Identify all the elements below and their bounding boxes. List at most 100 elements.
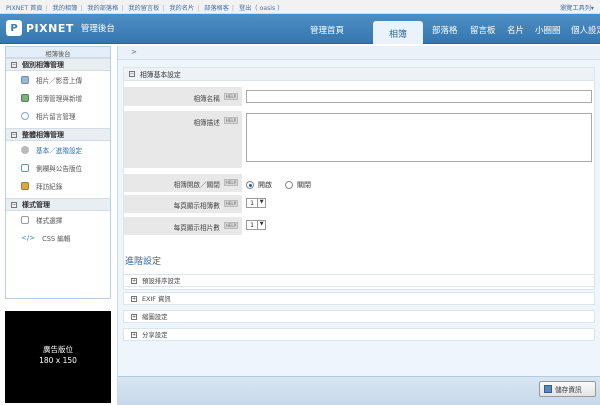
advanced-item-label: 分享設定	[142, 331, 168, 339]
advanced-item-thumbnail[interactable]: + 縮圖設定	[123, 310, 595, 323]
album-desc-label: 相簿描述	[193, 119, 220, 127]
help-button[interactable]: HELP	[223, 222, 238, 229]
save-button[interactable]: 儲存資訊	[539, 381, 596, 397]
radio-close[interactable]: 關閉	[285, 178, 311, 192]
section-label: 樣式管理	[22, 200, 50, 209]
advanced-item-label: 預設排序設定	[142, 277, 181, 285]
advanced-item-label: EXIF 資訊	[142, 295, 171, 303]
album-desc-textarea[interactable]	[246, 113, 592, 162]
nav-circle[interactable]: 小圈圈	[535, 24, 561, 36]
select-value: 1	[250, 221, 255, 229]
top-link-separator: |	[197, 5, 200, 12]
gear-icon	[21, 146, 29, 154]
comment-bubble-icon	[21, 112, 29, 120]
help-button[interactable]: HELP	[223, 179, 238, 186]
top-links: PIXNET 首頁 | 我的相簿 | 我的部落格 | 我的留言板 | 我的名片 | 部落格…	[6, 3, 283, 12]
top-link-card[interactable]: 我的名片	[169, 5, 194, 12]
help-button[interactable]: HELP	[223, 117, 238, 124]
nav-settings[interactable]: 個人設定	[571, 24, 600, 36]
pixnet-logo-icon: P	[6, 20, 22, 36]
basic-settings-panel: − 相簿基本設定 相簿名稱 HELP 相簿描述 HELP 相簿開啟／關閉 HEL…	[123, 67, 595, 290]
advanced-settings-list: + 預設排序設定 + EXIF 資訊 + 縮圖設定 + 分享設定	[123, 274, 595, 354]
photos-per-page-label-cell: 每頁顯示相片數 HELP	[124, 217, 242, 235]
albums-per-page-label-cell: 每頁顯示相簿數 HELP	[124, 195, 242, 213]
sidebar-item-label: 樣式選擇	[36, 217, 63, 225]
expand-icon: +	[131, 313, 137, 320]
photos-per-page-select[interactable]: 1 ▼	[246, 220, 267, 230]
top-link-blog[interactable]: 我的部落格	[87, 5, 118, 12]
album-open-row: 相簿開啟／關閉 HELP 開啟 關閉	[124, 174, 596, 192]
nav-guestbook[interactable]: 留言板	[470, 24, 496, 36]
album-desc-label-cell: 相簿描述 HELP	[124, 111, 242, 168]
basic-settings-header[interactable]: − 相簿基本設定	[124, 68, 594, 81]
sidebar-section-overall[interactable]: − 整體相簿管理	[6, 128, 110, 141]
top-link-logout[interactable]: 登出（ oasis ）	[239, 5, 283, 12]
advanced-item-share[interactable]: + 分享設定	[123, 328, 595, 341]
album-name-input[interactable]	[246, 90, 592, 103]
top-link-blogger[interactable]: 部落格客	[204, 5, 229, 12]
header: P PIXNET 管理後台 管理首頁 相簿 部落格 留言板 名片 小圈圈 個人設…	[0, 14, 600, 44]
basic-settings-title: 相簿基本設定	[140, 71, 181, 79]
sidebar-item-upload[interactable]: 相片／影音上傳	[6, 71, 110, 89]
top-link-separator: |	[80, 5, 83, 12]
main-content: > − 相簿基本設定 相簿名稱 HELP 相簿描述 HELP 相簿開啟／關閉 H…	[117, 46, 600, 405]
nav-album[interactable]: 相簿	[373, 21, 423, 44]
select-arrow-icon: ▼	[257, 198, 265, 208]
advanced-item-exif[interactable]: + EXIF 資訊	[123, 292, 595, 305]
album-open-label-cell: 相簿開啟／關閉 HELP	[124, 174, 242, 192]
top-link-separator: |	[45, 5, 48, 12]
sidebar-item-label: CSS 編輯	[42, 235, 71, 243]
album-open-label: 相簿開啟／關閉	[173, 181, 220, 189]
sidebar-item-basic-advanced[interactable]: 基本／進階設定	[6, 141, 110, 159]
main-nav: 管理首頁 相簿 部落格 留言板 名片 小圈圈 個人設定	[304, 18, 600, 44]
ad-placeholder: 廣告版位 180 x 150	[5, 311, 111, 403]
sidebar-item-label: 相簿管理與新增	[36, 95, 83, 103]
nav-blog[interactable]: 部落格	[432, 24, 458, 36]
sidebar-item-comments[interactable]: 相片留言管理	[6, 107, 110, 125]
collapse-icon: −	[11, 201, 17, 208]
upload-photo-icon	[21, 76, 29, 84]
breadcrumb: >	[118, 46, 600, 60]
collapse-icon: −	[11, 131, 17, 138]
sidebar-item-label: 基本／進階設定	[36, 147, 83, 155]
help-button[interactable]: HELP	[223, 200, 238, 207]
photos-per-page-cell: 1 ▼	[242, 217, 267, 235]
sidebar-item-sidebar-notice[interactable]: 側欄與公告版位	[6, 159, 110, 177]
advanced-item-sort[interactable]: + 預設排序設定	[123, 274, 595, 287]
nav-home[interactable]: 管理首頁	[310, 24, 344, 36]
sidebar-item-album-manage[interactable]: 相簿管理與新增	[6, 89, 110, 107]
sidebar-item-style-select[interactable]: 樣式選擇	[6, 211, 110, 229]
albums-per-page-row: 每頁顯示相簿數 HELP 1 ▼	[124, 195, 596, 213]
code-icon: </>	[21, 234, 36, 242]
expand-icon: +	[131, 277, 137, 284]
ad-label: 廣告版位	[43, 345, 73, 354]
top-link-album[interactable]: 我的相簿	[53, 5, 78, 12]
logo-text: PIXNET	[26, 21, 74, 35]
logo-subtitle: 管理後台	[80, 24, 115, 34]
collapse-icon: −	[11, 61, 17, 68]
ad-size: 180 x 150	[39, 356, 77, 365]
sidebar-section-style[interactable]: − 樣式管理	[6, 198, 110, 211]
album-name-label-cell: 相簿名稱 HELP	[124, 87, 242, 106]
sidebar-item-css-edit[interactable]: </> CSS 編輯	[6, 229, 110, 247]
expand-icon: +	[131, 295, 137, 302]
radio-open[interactable]: 開啟	[246, 178, 272, 192]
layout-icon	[21, 164, 29, 172]
sidebar-item-visit-log[interactable]: 拜訪紀錄	[6, 177, 110, 195]
sidebar-item-label: 側欄與公告版位	[36, 165, 83, 173]
radio-empty-icon	[285, 181, 293, 189]
toolbar-link[interactable]: 瀏覽工具列▾	[560, 3, 594, 12]
photos-per-page-row: 每頁顯示相片數 HELP 1 ▼	[124, 217, 596, 235]
expand-icon: +	[131, 331, 137, 338]
top-link-guestbook[interactable]: 我的留言板	[128, 5, 159, 12]
help-button[interactable]: HELP	[223, 93, 238, 100]
dropdown-arrow-icon: ▾	[590, 5, 594, 12]
sidebar-section-individual[interactable]: − 個別相簿管理	[6, 58, 110, 71]
top-link-home[interactable]: PIXNET 首頁	[6, 5, 42, 12]
nav-card[interactable]: 名片	[507, 24, 524, 36]
section-label: 個別相簿管理	[22, 60, 64, 69]
logo[interactable]: P PIXNET 管理後台	[6, 20, 115, 36]
albums-per-page-select[interactable]: 1 ▼	[246, 198, 267, 208]
collapse-icon: −	[129, 71, 135, 77]
top-link-separator: |	[121, 5, 124, 12]
